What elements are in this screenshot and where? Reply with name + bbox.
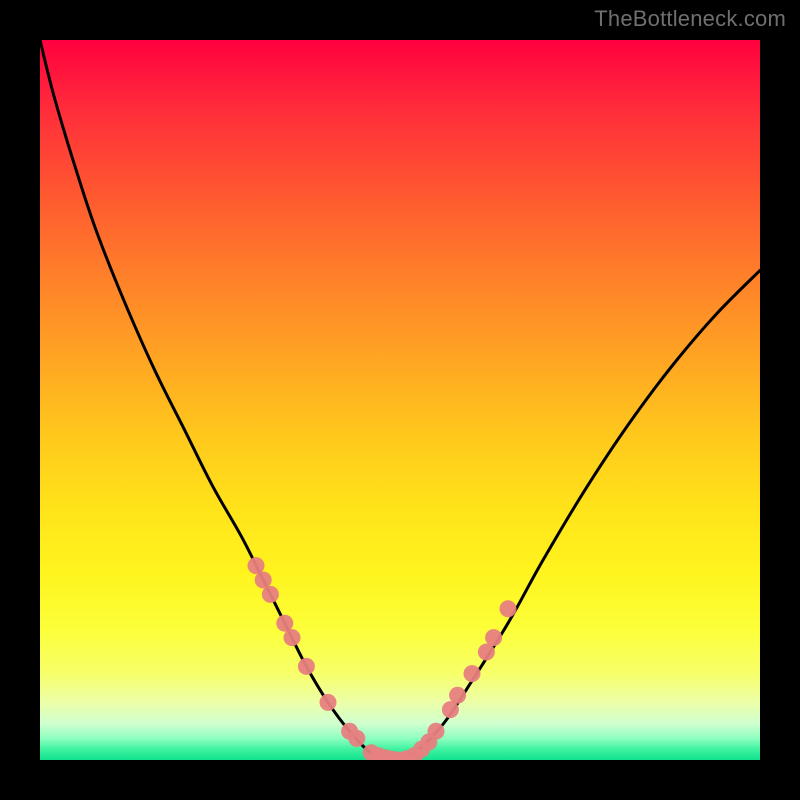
curve-marker (485, 629, 502, 646)
curve-marker (478, 644, 495, 661)
curve-marker (464, 665, 481, 682)
curve-marker (348, 730, 365, 747)
curve-marker (255, 572, 272, 589)
curve-marker (320, 694, 337, 711)
curve-marker (248, 557, 265, 574)
curve-marker (276, 615, 293, 632)
curve-marker (449, 687, 466, 704)
bottleneck-curve (40, 40, 760, 760)
curve-marker (428, 723, 445, 740)
curve-marker (442, 701, 459, 718)
watermark-text: TheBottleneck.com (594, 6, 786, 32)
curve-marker (298, 658, 315, 675)
curve-svg (40, 40, 760, 760)
chart-frame: TheBottleneck.com (0, 0, 800, 800)
curve-marker (284, 629, 301, 646)
curve-marker (262, 586, 279, 603)
curve-marker (500, 600, 517, 617)
plot-area (40, 40, 760, 760)
